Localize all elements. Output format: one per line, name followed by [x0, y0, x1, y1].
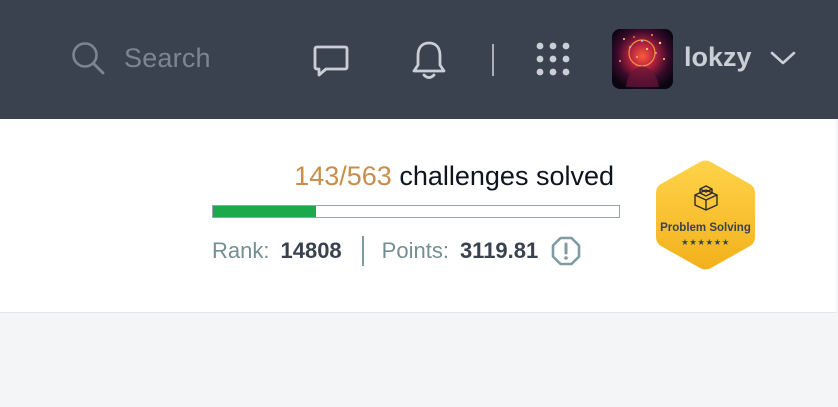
problem-solving-badge[interactable]: Problem Solving ★★★★★★ [654, 159, 757, 271]
search-icon [72, 42, 105, 75]
top-navbar: Search lokzy [0, 0, 838, 119]
apps-grid-icon [536, 42, 570, 76]
bell-icon [412, 41, 446, 79]
chat-icon [313, 45, 349, 77]
search-box[interactable]: Search [70, 38, 211, 78]
messages-button[interactable] [310, 40, 352, 82]
avatar-image [612, 29, 673, 89]
stats-row: Rank: 14808 Points: 3119.81 [212, 235, 581, 267]
rank-value: 14808 [280, 238, 342, 263]
badge-stars: ★★★★★★ [681, 238, 730, 248]
user-menu-toggle[interactable] [768, 46, 798, 70]
points-label: Points: [381, 238, 449, 263]
progress-fill [213, 206, 317, 217]
notifications-button[interactable] [408, 38, 450, 82]
chevron-down-icon [770, 51, 796, 65]
points-value: 3119.81 [459, 238, 539, 263]
username[interactable]: lokzy [684, 42, 752, 73]
badge-title: Problem Solving [660, 222, 751, 234]
search-input[interactable]: Search [124, 43, 211, 74]
profile-summary-panel: 143/563 challenges solved Rank: 14808 Po… [0, 119, 836, 313]
stats-divider [361, 236, 364, 266]
challenges-solved-text: 143/563 challenges solved [294, 161, 614, 192]
avatar[interactable] [612, 29, 673, 89]
rank-label: Rank: [212, 238, 270, 263]
apps-menu-button[interactable] [532, 38, 574, 80]
hexagon-badge-icon: Problem Solving ★★★★★★ [656, 160, 755, 270]
solved-count: 143/563 [294, 161, 392, 191]
solved-label: challenges solved [399, 161, 614, 191]
header-divider [492, 44, 494, 76]
progress-bar [212, 205, 620, 218]
info-octagon-icon[interactable] [551, 236, 581, 266]
